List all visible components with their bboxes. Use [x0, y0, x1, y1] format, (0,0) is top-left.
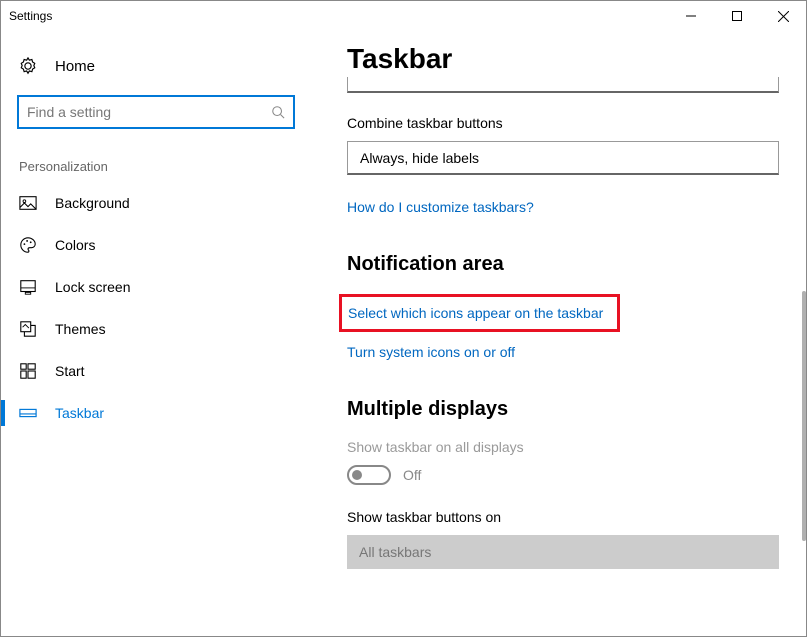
show-taskbar-buttons-dropdown[interactable]: All taskbars	[347, 535, 779, 569]
show-all-displays-toggle[interactable]	[347, 465, 391, 485]
notification-heading: Notification area	[347, 253, 790, 276]
sidebar-item-background[interactable]: Background	[1, 182, 311, 224]
search-box[interactable]	[17, 95, 295, 129]
sidebar-item-colors[interactable]: Colors	[1, 224, 311, 266]
multiple-displays-heading: Multiple displays	[347, 398, 790, 421]
scrollbar[interactable]	[802, 291, 806, 541]
titlebar: Settings	[1, 1, 806, 31]
home-label: Home	[55, 58, 95, 75]
palette-icon	[19, 236, 37, 254]
sidebar-item-lockscreen[interactable]: Lock screen	[1, 266, 311, 308]
sidebar-item-label: Lock screen	[55, 279, 130, 295]
window-title: Settings	[9, 9, 668, 23]
main-panel: Taskbar Bottom Combine taskbar buttons A…	[311, 31, 806, 636]
dropdown-value: Always, hide labels	[360, 150, 479, 166]
sidebar-section-heading: Personalization	[1, 143, 311, 182]
show-taskbar-buttons-label: Show taskbar buttons on	[347, 509, 790, 525]
sidebar-item-start[interactable]: Start	[1, 350, 311, 392]
themes-icon	[19, 320, 37, 338]
sidebar-item-label: Background	[55, 195, 130, 211]
sidebar-item-label: Start	[55, 363, 85, 379]
customize-link[interactable]: How do I customize taskbars?	[347, 199, 534, 215]
taskbar-icon	[19, 404, 37, 422]
sidebar-item-themes[interactable]: Themes	[1, 308, 311, 350]
lockscreen-icon	[19, 278, 37, 296]
system-icons-link[interactable]: Turn system icons on or off	[347, 344, 515, 360]
close-button[interactable]	[760, 1, 806, 31]
sidebar: Home Personalization Background Colors	[1, 31, 311, 636]
sidebar-item-label: Taskbar	[55, 405, 104, 421]
select-icons-link[interactable]: Select which icons appear on the taskbar	[339, 294, 620, 332]
toggle-state-label: Off	[403, 467, 421, 483]
dropdown-value: All taskbars	[359, 544, 431, 560]
home-nav[interactable]: Home	[1, 49, 311, 87]
gear-icon	[19, 57, 37, 75]
maximize-button[interactable]	[714, 1, 760, 31]
sidebar-item-label: Colors	[55, 237, 95, 253]
search-icon	[271, 105, 285, 119]
combine-label: Combine taskbar buttons	[347, 115, 790, 131]
window-controls	[668, 1, 806, 31]
search-input[interactable]	[27, 104, 271, 120]
sidebar-item-taskbar[interactable]: Taskbar	[1, 392, 311, 434]
start-icon	[19, 362, 37, 380]
minimize-button[interactable]	[668, 1, 714, 31]
page-title: Taskbar	[347, 43, 790, 75]
picture-icon	[19, 194, 37, 212]
show-all-displays-label: Show taskbar on all displays	[347, 439, 790, 455]
combine-dropdown[interactable]: Always, hide labels	[347, 141, 779, 175]
show-all-displays-toggle-row: Off	[347, 465, 790, 485]
sidebar-item-label: Themes	[55, 321, 106, 337]
taskbar-location-dropdown[interactable]: Bottom	[347, 77, 779, 93]
